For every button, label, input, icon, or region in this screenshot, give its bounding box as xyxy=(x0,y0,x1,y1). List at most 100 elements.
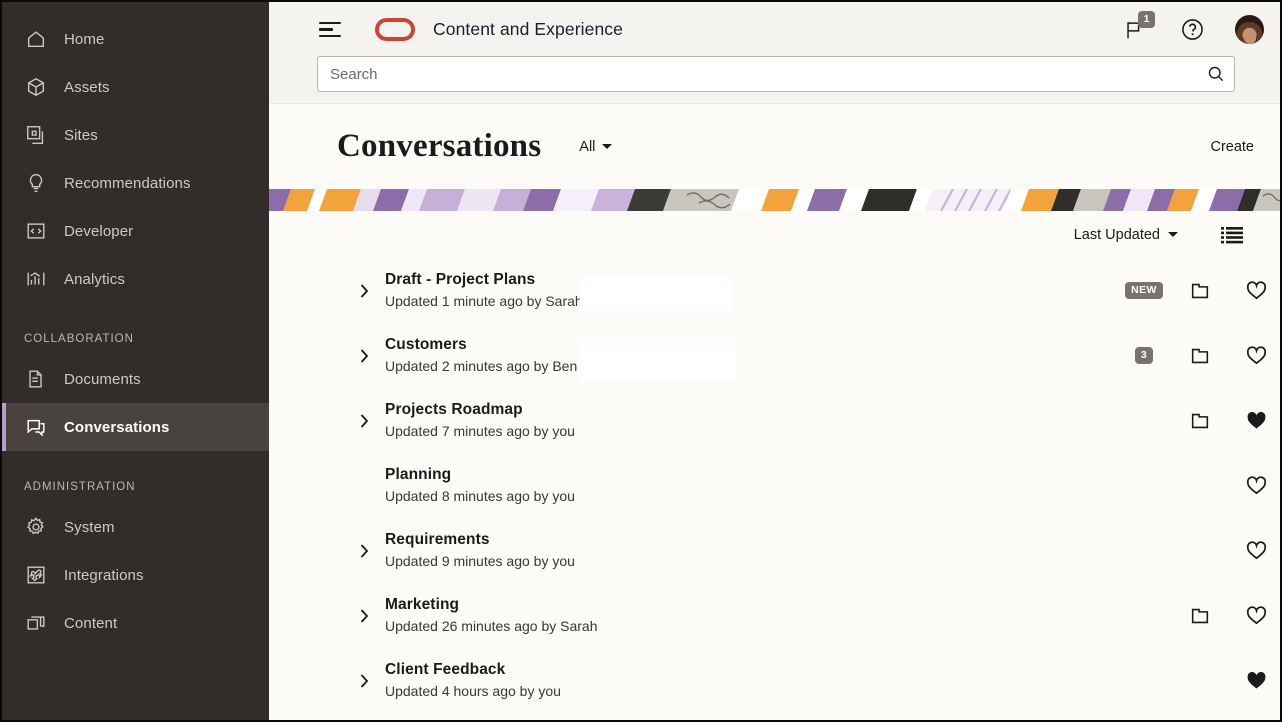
filter-dropdown-label: All xyxy=(579,139,595,155)
conversation-title: Customers xyxy=(385,335,577,355)
expand-chevron-icon[interactable] xyxy=(357,674,371,688)
sidebar-section-collaboration: COLLABORATION xyxy=(2,303,269,355)
table-row[interactable]: Client Feedback Updated 4 hours ago by y… xyxy=(269,648,1282,713)
sidebar-item-label: Documents xyxy=(64,371,141,388)
row-text: Requirements Updated 9 minutes ago by yo… xyxy=(385,530,575,571)
cube-icon xyxy=(24,75,48,99)
folder-slot xyxy=(1172,453,1228,518)
unread-count-badge: 3 xyxy=(1116,323,1172,388)
redaction-overlay xyxy=(580,343,737,382)
sidebar-navigation: Home Assets Sites xyxy=(2,2,269,722)
badge-slot xyxy=(1116,388,1172,453)
row-text: Draft - Project Plans Updated 1 minute a… xyxy=(385,270,583,311)
sidebar-item-conversations[interactable]: Conversations xyxy=(2,403,269,451)
avatar[interactable] xyxy=(1235,15,1264,44)
oracle-logo xyxy=(375,18,415,41)
home-icon xyxy=(24,27,48,51)
status-badge: NEW xyxy=(1125,282,1163,299)
redaction-overlay xyxy=(580,278,733,311)
conversation-subtitle: Updated 4 hours ago by you xyxy=(385,681,561,701)
row-actions: 3 xyxy=(1116,323,1282,388)
row-actions: NEW xyxy=(1116,258,1282,323)
row-text: Planning Updated 8 minutes ago by you xyxy=(385,465,575,506)
main-content-area: Content and Experience 1 xyxy=(269,2,1282,722)
expand-chevron-icon[interactable] xyxy=(357,284,371,298)
list-toolbar: Last Updated xyxy=(269,211,1282,258)
sidebar-item-content[interactable]: Content xyxy=(2,599,269,647)
table-row[interactable]: Marketing Updated 26 minutes ago by Sara… xyxy=(269,583,1282,648)
row-actions xyxy=(1116,518,1282,583)
sidebar-item-label: Assets xyxy=(64,79,110,96)
sidebar-item-label: Analytics xyxy=(64,271,125,288)
folder-icon[interactable] xyxy=(1172,583,1228,648)
conversation-subtitle: Updated 26 minutes ago by Sarah xyxy=(385,616,597,636)
conversation-title: Projects Roadmap xyxy=(385,400,575,420)
status-badge: 3 xyxy=(1135,347,1153,364)
notifications-button[interactable]: 1 xyxy=(1119,15,1149,45)
document-icon xyxy=(24,367,48,391)
sort-dropdown-label: Last Updated xyxy=(1074,227,1160,243)
sidebar-section-administration: ADMINISTRATION xyxy=(2,451,269,503)
page-title: Conversations xyxy=(337,128,541,165)
conversation-title: Draft - Project Plans xyxy=(385,270,583,290)
gear-icon xyxy=(24,515,48,539)
help-button[interactable] xyxy=(1177,15,1207,45)
conversation-subtitle: Updated 1 minute ago by Sarah xyxy=(385,291,583,311)
search-input[interactable] xyxy=(317,56,1235,92)
hamburger-icon[interactable] xyxy=(319,22,341,38)
conversation-title: Marketing xyxy=(385,595,597,615)
top-bar-icons: 1 xyxy=(1119,2,1264,57)
table-row[interactable]: Requirements Updated 9 minutes ago by yo… xyxy=(269,518,1282,583)
conversation-subtitle: Updated 2 minutes ago by Ben xyxy=(385,356,577,376)
badge-slot xyxy=(1116,518,1172,583)
table-row[interactable]: Draft - Project Plans Updated 1 minute a… xyxy=(269,258,1282,323)
sidebar-item-sites[interactable]: Sites xyxy=(2,111,269,159)
heart-outline-icon[interactable] xyxy=(1228,518,1282,583)
folder-icon[interactable] xyxy=(1172,323,1228,388)
expand-chevron-icon[interactable] xyxy=(357,544,371,558)
heart-outline-icon[interactable] xyxy=(1228,323,1282,388)
sort-dropdown[interactable]: Last Updated xyxy=(1074,227,1178,243)
sidebar-item-label: Integrations xyxy=(64,567,144,584)
sidebar-item-recommendations[interactable]: Recommendations xyxy=(2,159,269,207)
code-icon xyxy=(24,219,48,243)
conversation-subtitle: Updated 7 minutes ago by you xyxy=(385,421,575,441)
heart-outline-icon[interactable] xyxy=(1228,583,1282,648)
conversation-subtitle: Updated 8 minutes ago by you xyxy=(385,486,575,506)
sidebar-item-integrations[interactable]: Integrations xyxy=(2,551,269,599)
sidebar-item-analytics[interactable]: Analytics xyxy=(2,255,269,303)
sidebar-item-developer[interactable]: Developer xyxy=(2,207,269,255)
folder-slot xyxy=(1172,518,1228,583)
sidebar-item-label: Conversations xyxy=(64,419,170,436)
filter-dropdown[interactable]: All xyxy=(579,139,612,155)
new-badge: NEW xyxy=(1116,258,1172,323)
expand-chevron-icon[interactable] xyxy=(357,349,371,363)
sidebar-item-assets[interactable]: Assets xyxy=(2,63,269,111)
expand-chevron-icon[interactable] xyxy=(357,609,371,623)
list-view-icon[interactable] xyxy=(1220,225,1244,245)
search-button[interactable] xyxy=(1203,61,1229,87)
sidebar-item-label: System xyxy=(64,519,115,536)
heart-outline-icon[interactable] xyxy=(1228,453,1282,518)
folder-icon[interactable] xyxy=(1172,258,1228,323)
sidebar-item-home[interactable]: Home xyxy=(2,15,269,63)
integrations-icon xyxy=(24,563,48,587)
table-row[interactable]: Planning Updated 8 minutes ago by you xyxy=(269,453,1282,518)
badge-slot xyxy=(1116,648,1172,713)
conversation-list: Draft - Project Plans Updated 1 minute a… xyxy=(269,258,1282,713)
folder-icon[interactable] xyxy=(1172,388,1228,453)
sidebar-item-documents[interactable]: Documents xyxy=(2,355,269,403)
table-row[interactable]: Projects Roadmap Updated 7 minutes ago b… xyxy=(269,388,1282,453)
create-button[interactable]: Create xyxy=(1202,133,1262,161)
heart-filled-icon[interactable] xyxy=(1228,648,1282,713)
heart-outline-icon[interactable] xyxy=(1228,258,1282,323)
application-window: Home Assets Sites xyxy=(0,0,1282,722)
table-row[interactable]: Customers Updated 2 minutes ago by Ben 3 xyxy=(269,323,1282,388)
lightbulb-icon xyxy=(24,171,48,195)
search-bar xyxy=(317,56,1235,92)
expand-chevron-icon[interactable] xyxy=(357,414,371,428)
sidebar-item-label: Content xyxy=(64,615,117,632)
heart-filled-icon[interactable] xyxy=(1228,388,1282,453)
sidebar-item-system[interactable]: System xyxy=(2,503,269,551)
analytics-icon xyxy=(24,267,48,291)
